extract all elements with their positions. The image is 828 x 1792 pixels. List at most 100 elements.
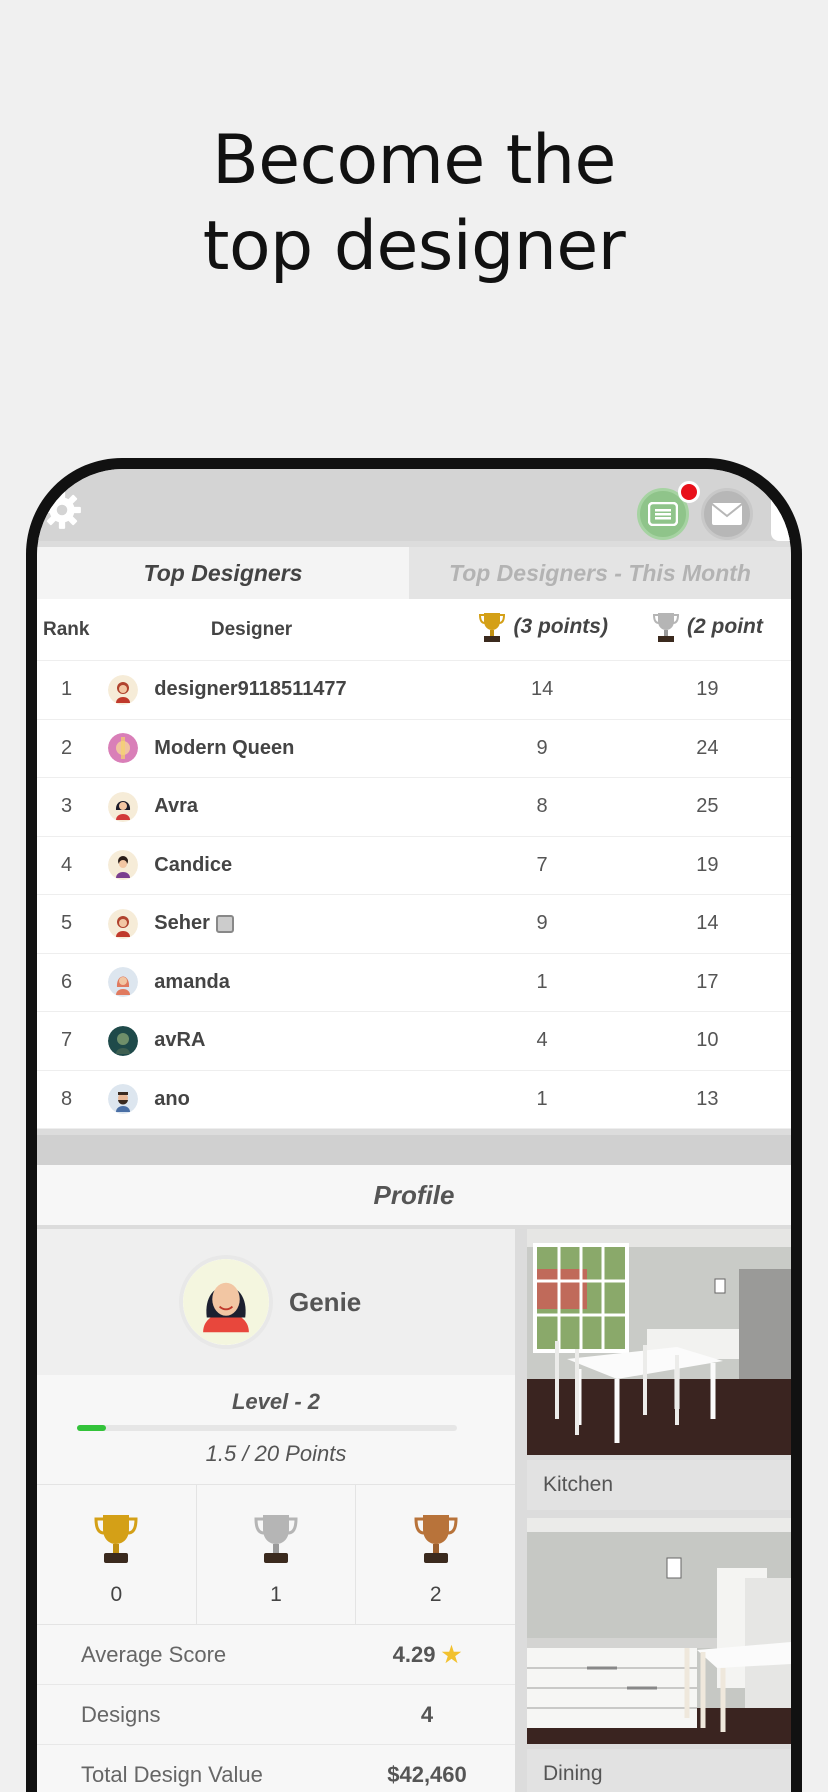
level-progress-fill [77, 1425, 106, 1431]
star-icon: ★ [441, 1641, 462, 1667]
designer-name[interactable]: Seher [154, 912, 210, 935]
notification-dot [678, 481, 700, 503]
clock-badge-icon [215, 914, 234, 933]
top-bar [37, 469, 791, 541]
designer-name[interactable]: Modern Queen [154, 737, 294, 760]
trophy-counts: 0 1 2 [37, 1485, 515, 1625]
gold-trophy-icon [94, 1515, 138, 1563]
table-row[interactable]: 5 Seher 9 14 [37, 895, 791, 954]
avatar [108, 674, 139, 705]
stat-label: Average Score [81, 1641, 227, 1667]
kitchen-design-image[interactable] [527, 1229, 791, 1455]
designer-cell: Candice [108, 850, 460, 881]
level-label: Level - 2 [231, 1389, 321, 1414]
mail-icon [711, 503, 743, 525]
gold-count: 1 [536, 970, 548, 993]
designer-name[interactable]: designer9118511477 [154, 678, 346, 701]
avatar [108, 791, 139, 822]
gold-count: 1 [536, 1087, 548, 1110]
stat-value: 4.29 ★ [367, 1642, 487, 1668]
gold-count: 8 [536, 795, 548, 818]
silver-count: 13 [696, 1087, 719, 1110]
gear-icon[interactable] [41, 489, 83, 531]
designer-name[interactable]: amanda [154, 971, 230, 994]
profile-name: Genie [289, 1286, 362, 1317]
design-card[interactable]: Dining [527, 1518, 791, 1792]
avatar [108, 967, 139, 998]
designer-cell: Avra [108, 791, 460, 822]
level-progress-bar [77, 1425, 457, 1431]
avatar [108, 1025, 139, 1056]
side-panel-tab[interactable] [771, 485, 791, 541]
headline-line-2: top designer [202, 207, 626, 286]
silver-count: 19 [696, 853, 719, 876]
designer-cell: amanda [108, 967, 460, 998]
stat-label: Total Design Value [81, 1761, 263, 1787]
level-section: Level - 2 1.5 / 20 Points [37, 1375, 515, 1485]
section-divider [37, 1135, 791, 1165]
designer-name[interactable]: Candice [154, 854, 232, 877]
table-header: Rank Designer (3 points) (2 point [37, 599, 791, 661]
silver-count: 25 [696, 795, 719, 818]
tab-top-designers-month[interactable]: Top Designers - This Month [409, 547, 791, 599]
header-silver: (2 point [625, 611, 791, 649]
headline-line-1: Become the [212, 121, 616, 200]
designer-name[interactable]: ano [154, 1088, 190, 1111]
avatar [108, 733, 139, 764]
gold-count: 9 [536, 736, 548, 759]
silver-count: 19 [696, 678, 719, 701]
header-designer: Designer [210, 618, 293, 640]
profile-title: Profile [37, 1165, 791, 1225]
gold-count: 7 [536, 853, 548, 876]
stat-average-score: Average Score 4.29 ★ [37, 1625, 515, 1685]
table-row[interactable]: 7 avRA 4 10 [37, 1012, 791, 1071]
silver-trophy-icon [254, 1515, 298, 1563]
gold-count: 9 [536, 912, 548, 935]
design-caption: Dining [527, 1749, 791, 1792]
table-row[interactable]: 8 ano 1 13 [37, 1071, 791, 1129]
gold-trophy-count: 0 [110, 1583, 123, 1606]
tab-top-designers[interactable]: Top Designers [37, 547, 409, 599]
headline: Become the top designer [0, 118, 828, 290]
design-card[interactable]: Kitchen [527, 1229, 791, 1510]
stat-designs: Designs 4 [37, 1685, 515, 1745]
designer-cell: designer9118511477 [108, 674, 460, 705]
silver-count: 24 [696, 736, 719, 759]
chat-icon [648, 502, 678, 526]
gold-trophy-icon [479, 612, 506, 642]
designer-cell: avRA [108, 1025, 460, 1056]
dining-design-image[interactable] [527, 1518, 791, 1744]
designer-cell: Seher [108, 908, 460, 939]
designer-name[interactable]: avRA [154, 1029, 205, 1052]
silver-count: 17 [696, 970, 719, 993]
silver-trophy-column: 1 [197, 1485, 357, 1624]
gold-trophy-column: 0 [37, 1485, 197, 1624]
table-row[interactable]: 4 Candice 7 19 [37, 837, 791, 895]
stat-total-design-value: Total Design Value $42,460 [37, 1745, 515, 1792]
mail-button[interactable] [701, 488, 753, 540]
bronze-trophy-icon [414, 1515, 458, 1563]
header-silver-label: (2 point [687, 614, 763, 638]
stat-value: 4 [420, 1701, 434, 1727]
designer-name[interactable]: Avra [154, 795, 198, 818]
avatar [108, 1084, 139, 1115]
header-rank: Rank [43, 618, 90, 640]
leaderboard-table: Rank Designer (3 points) (2 point 1 desi… [37, 599, 791, 1129]
profile-avatar[interactable] [179, 1255, 273, 1349]
header-gold: (3 points) [463, 611, 625, 649]
bronze-trophy-column: 2 [356, 1485, 515, 1624]
header-gold-label: (3 points) [513, 614, 608, 638]
bronze-trophy-count: 2 [429, 1583, 442, 1606]
leaderboard-tabs: Top Designers Top Designers - This Month [37, 547, 791, 599]
table-row[interactable]: 3 Avra 8 25 [37, 778, 791, 837]
silver-trophy-icon [653, 612, 680, 642]
gold-count: 14 [530, 678, 554, 701]
app-screen: Top Designers Top Designers - This Month… [37, 469, 791, 1792]
average-score-value: 4.29 [392, 1641, 436, 1667]
avatar [108, 850, 139, 881]
profile-panel: Genie Level - 2 1.5 / 20 Points 0 1 2 Av… [37, 1229, 515, 1792]
points-label: 1.5 / 20 Points [205, 1441, 347, 1466]
table-row[interactable]: 2 Modern Queen 9 24 [37, 720, 791, 778]
table-row[interactable]: 1 designer9118511477 14 19 [37, 661, 791, 720]
table-row[interactable]: 6 amanda 1 17 [37, 954, 791, 1012]
